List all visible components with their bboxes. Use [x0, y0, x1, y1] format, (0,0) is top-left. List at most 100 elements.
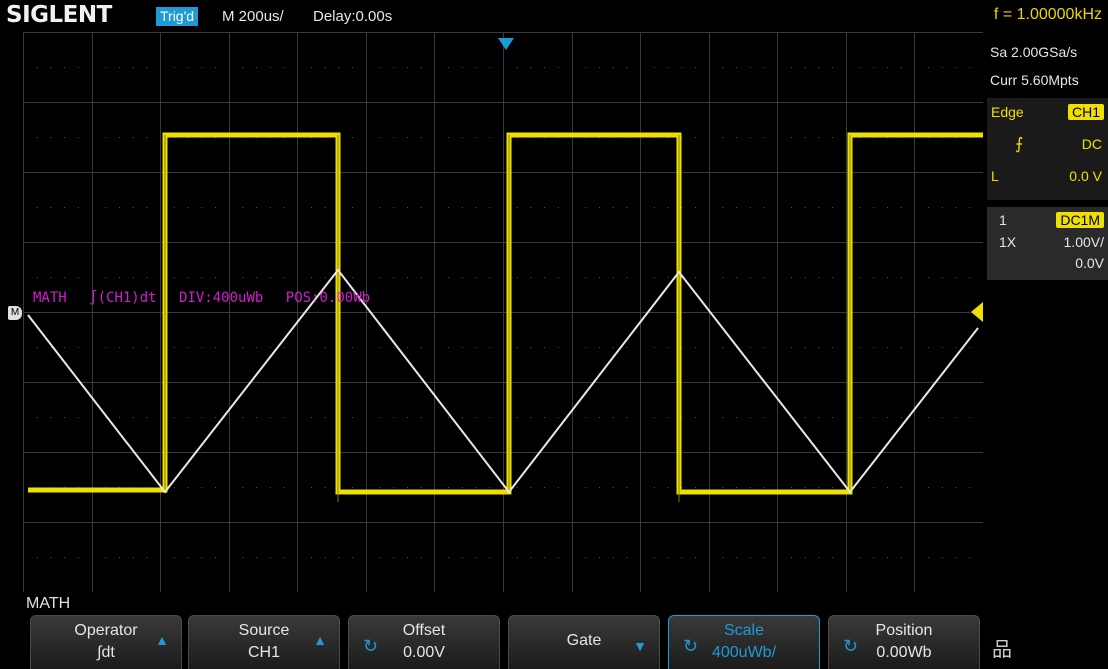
grid-dot [804, 137, 806, 138]
math-ground-marker[interactable]: M [8, 306, 22, 320]
grid-dot [324, 557, 326, 558]
grid-dot [653, 67, 655, 68]
grid-dot [530, 557, 532, 558]
grid-dot [50, 277, 52, 278]
grid-dot [736, 487, 738, 488]
grid-dot [77, 277, 79, 278]
grid-dot [695, 347, 696, 348]
grid-dot [859, 67, 861, 68]
grid-dot [599, 417, 600, 418]
grid-dot [201, 277, 203, 278]
grid-dot [969, 347, 971, 348]
ch1-info-panel[interactable]: 1 DC1M 1X 1.00V/ 0.0V [987, 207, 1108, 280]
grid-dot [105, 67, 107, 68]
grid-dot [269, 207, 271, 208]
operator-softkey[interactable]: Operator ∫dt ▲ [30, 615, 182, 669]
grid-dot [626, 557, 628, 558]
grid-dot [269, 417, 271, 418]
up-arrow-icon: ▲ [155, 632, 169, 648]
grid-dot [146, 557, 148, 558]
memory-depth: Curr 5.60Mpts [990, 72, 1079, 88]
grid-dot [448, 347, 450, 348]
source-softkey[interactable]: Source CH1 ▲ [188, 615, 340, 669]
grid-dot [64, 347, 66, 348]
grid-dot [119, 347, 120, 348]
grid-dot [804, 417, 806, 418]
grid-dot [242, 417, 244, 418]
brand-logo: SIGLENT [6, 2, 112, 28]
grid-dot [489, 67, 491, 68]
grid-dot [105, 207, 107, 208]
grid-dot [173, 347, 175, 348]
grid-dot [215, 487, 216, 488]
grid-dot [516, 277, 518, 278]
grid-dot [187, 557, 189, 558]
trigger-info-panel[interactable]: Edge CH1 ⨍ DC L 0.0 V [987, 98, 1108, 200]
grid-dot [736, 557, 738, 558]
grid-dot [146, 207, 148, 208]
grid-dot [585, 67, 587, 68]
grid-dot [461, 557, 463, 558]
grid-dot [612, 487, 614, 488]
grid-dot [928, 207, 930, 208]
grid-dot [599, 207, 600, 208]
delay-readout[interactable]: Delay:0.00s [313, 7, 392, 26]
grid-dot [283, 347, 285, 348]
trigger-type: Edge [991, 104, 1024, 120]
offset-label: Offset [402, 622, 446, 639]
grid-dot [352, 207, 354, 208]
grid-dot [941, 277, 943, 278]
gate-softkey[interactable]: Gate ▼ [508, 615, 660, 669]
grid-dot [667, 67, 669, 68]
grid-dot [269, 487, 271, 488]
trigger-level-label: L [991, 168, 999, 184]
grid-dot [941, 557, 943, 558]
position-softkey[interactable]: ↻ Position 0.00Wb [828, 615, 980, 669]
grid-dot [585, 487, 587, 488]
grid-dot [489, 557, 491, 558]
grid-dot [256, 347, 258, 348]
grid-dot [242, 207, 244, 208]
grid-dot [612, 67, 614, 68]
grid-dot [818, 207, 820, 208]
grid-dot [832, 277, 834, 278]
grid-dot [50, 137, 52, 138]
grid-dot [201, 347, 203, 348]
grid-dot [132, 277, 134, 278]
grid-dot [530, 347, 532, 348]
grid-dot [77, 347, 79, 348]
grid-dot [928, 417, 930, 418]
grid-dot [626, 487, 628, 488]
scale-softkey[interactable]: ↻ Scale 400uWb/ [668, 615, 820, 669]
grid-dot [379, 557, 381, 558]
grid-dot [900, 207, 902, 208]
grid-dot [64, 67, 66, 68]
grid-dot [352, 487, 354, 488]
timebase-readout[interactable]: M 200us/ [222, 7, 284, 26]
scale-value: 400uWb/ [711, 644, 777, 661]
position-label: Position [875, 622, 933, 639]
trigger-status-badge[interactable]: Trig'd [156, 7, 199, 26]
grid-dot [119, 557, 120, 558]
grid-dot [969, 417, 971, 418]
grid-dot [283, 207, 285, 208]
grid-dot [201, 417, 203, 418]
offset-softkey[interactable]: ↻ Offset 0.00V [348, 615, 500, 669]
grid-dot [256, 67, 258, 68]
grid-dot [187, 207, 189, 208]
grid-dot [338, 67, 340, 68]
grid-dot [50, 207, 52, 208]
grid-dot [585, 347, 587, 348]
grid-dot [722, 557, 724, 558]
grid-dot [379, 67, 381, 68]
grid-dot [516, 487, 518, 488]
grid-dot [64, 557, 66, 558]
grid-dot [105, 277, 107, 278]
grid-dot [105, 137, 107, 138]
grid-dot [420, 67, 422, 68]
grid-dot [722, 67, 724, 68]
grid-dot [681, 67, 683, 68]
grid-dot [36, 67, 38, 68]
grid-dot [36, 277, 38, 278]
grid-dot [763, 277, 765, 278]
